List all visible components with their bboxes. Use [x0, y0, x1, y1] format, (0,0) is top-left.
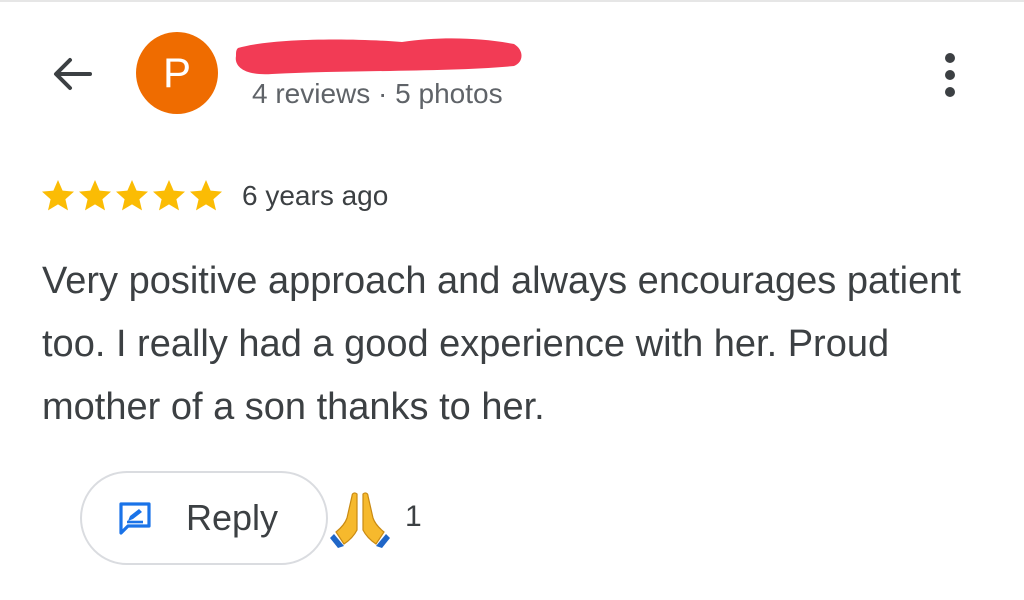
- reply-button[interactable]: Reply: [80, 471, 328, 565]
- more-options-button[interactable]: [928, 44, 972, 106]
- folded-hands-emoji[interactable]: [330, 488, 390, 548]
- reply-label: Reply: [186, 497, 279, 538]
- reply-icon: [119, 502, 151, 535]
- star-icon: [190, 180, 222, 211]
- star-icon: [153, 180, 185, 211]
- back-button[interactable]: [44, 48, 100, 100]
- review-time: 6 years ago: [242, 180, 389, 211]
- avatar[interactable]: P: [136, 32, 218, 114]
- reaction-count: 1: [405, 500, 422, 533]
- reviewer-meta: 4 reviews · 5 photos: [252, 78, 503, 109]
- review-text: Very positive approach and always encour…: [42, 260, 961, 428]
- arrow-left-icon: [54, 58, 92, 90]
- star-icon: [79, 180, 111, 211]
- more-vertical-icon-dot: [945, 70, 955, 80]
- review-page: P 4 reviews · 5 photos 6 years ago Very …: [0, 0, 1024, 600]
- more-vertical-icon-dot: [945, 87, 955, 97]
- star-rating: [40, 178, 224, 214]
- more-vertical-icon: [945, 53, 955, 63]
- top-divider: [0, 0, 1024, 2]
- star-icon: [116, 180, 148, 211]
- avatar-letter: P: [162, 49, 191, 96]
- star-icon: [42, 180, 74, 211]
- reviewer-name-redaction: [235, 38, 522, 75]
